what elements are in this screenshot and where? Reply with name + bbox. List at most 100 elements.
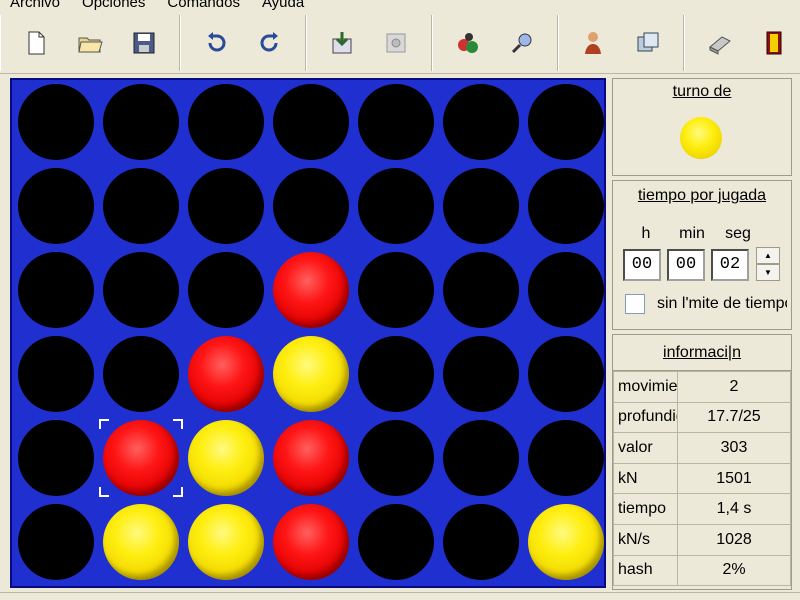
turn-disc-yellow: [680, 117, 722, 159]
red-disc[interactable]: [273, 504, 349, 580]
new-file-button[interactable]: [15, 22, 57, 64]
empty-slot[interactable]: [443, 84, 519, 160]
info-value: 1501: [677, 462, 791, 495]
yellow-disc[interactable]: [103, 504, 179, 580]
info-table: movimientos2 profundidad17.7/25 valor303…: [613, 371, 791, 587]
empty-slot[interactable]: [528, 84, 604, 160]
empty-slot[interactable]: [443, 504, 519, 580]
empty-slot[interactable]: [18, 168, 94, 244]
table-row: profundidad17.7/25: [613, 401, 791, 434]
empty-slot[interactable]: [103, 336, 179, 412]
table-row: kN 1501: [613, 462, 791, 495]
seconds-input[interactable]: 02: [711, 249, 749, 281]
players-button[interactable]: [447, 22, 489, 64]
spin-up-button[interactable]: ▲: [756, 247, 780, 264]
info-key: kN/s: [613, 523, 678, 556]
empty-slot[interactable]: [188, 168, 264, 244]
empty-slot[interactable]: [18, 84, 94, 160]
yellow-disc[interactable]: [188, 504, 264, 580]
empty-slot[interactable]: [358, 336, 434, 412]
toolbar-group-file: [0, 14, 180, 71]
empty-slot[interactable]: [358, 420, 434, 496]
seconds-spinner: ▲ ▼: [756, 247, 780, 281]
windows-icon: [637, 32, 659, 51]
minutes-input[interactable]: 00: [667, 249, 705, 281]
toolbar-group-history: [180, 14, 306, 71]
empty-slot[interactable]: [188, 252, 264, 328]
empty-slot[interactable]: [443, 420, 519, 496]
seconds-label: seg: [725, 225, 751, 242]
empty-slot[interactable]: [358, 168, 434, 244]
turn-panel: turno de: [612, 78, 792, 176]
status-bar: [0, 592, 800, 600]
empty-slot[interactable]: [358, 252, 434, 328]
empty-slot[interactable]: [103, 168, 179, 244]
info-value: 303: [677, 432, 791, 464]
table-row: tiempo 1,4 s: [613, 493, 791, 525]
empty-slot[interactable]: [528, 336, 604, 412]
redo-button[interactable]: [249, 22, 291, 64]
table-row: kN/s 1028: [613, 523, 791, 556]
game-board[interactable]: [10, 78, 606, 588]
selection-marker: [99, 419, 183, 497]
menu-comandos[interactable]: Comandos: [167, 0, 240, 11]
search-button[interactable]: [501, 22, 543, 64]
spin-down-button[interactable]: ▼: [756, 264, 780, 281]
empty-slot[interactable]: [273, 84, 349, 160]
exit-button[interactable]: [753, 22, 795, 64]
yellow-disc[interactable]: [188, 420, 264, 496]
table-row: hash 2%: [613, 554, 791, 587]
time-inputs: 00 00 02: [623, 249, 749, 281]
info-key: profundidad: [613, 401, 678, 434]
empty-slot[interactable]: [103, 84, 179, 160]
info-key: valor: [613, 432, 678, 464]
empty-slot[interactable]: [443, 336, 519, 412]
user-button[interactable]: [573, 22, 615, 64]
red-disc[interactable]: [188, 336, 264, 412]
empty-slot[interactable]: [528, 420, 604, 496]
info-value: 1,4 s: [677, 493, 791, 525]
menu-bar: Archivo Opciones Comandos Ayuda: [0, 0, 360, 12]
empty-slot[interactable]: [443, 168, 519, 244]
toolbar-group-move: [306, 14, 432, 71]
empty-slot[interactable]: [18, 252, 94, 328]
empty-slot[interactable]: [18, 420, 94, 496]
no-limit-checkbox[interactable]: [625, 294, 645, 314]
empty-slot[interactable]: [358, 84, 434, 160]
empty-slot[interactable]: [273, 168, 349, 244]
info-value: 2: [677, 371, 791, 403]
menu-opciones[interactable]: Opciones: [82, 0, 145, 11]
empty-slot[interactable]: [528, 168, 604, 244]
empty-slot[interactable]: [358, 504, 434, 580]
import-button[interactable]: [321, 22, 363, 64]
windows-button[interactable]: [627, 22, 669, 64]
exit-icon: [766, 31, 782, 54]
save-icon: [133, 32, 155, 53]
info-key: hash: [613, 554, 678, 587]
toolbar-group-view: [558, 14, 684, 71]
import-icon: [332, 31, 352, 53]
stop-icon: [386, 33, 406, 52]
empty-slot[interactable]: [18, 336, 94, 412]
yellow-disc[interactable]: [273, 336, 349, 412]
red-disc[interactable]: [273, 252, 349, 328]
menu-archivo[interactable]: Archivo: [10, 0, 60, 11]
menu-ayuda[interactable]: Ayuda: [262, 0, 304, 11]
save-button[interactable]: [123, 22, 165, 64]
hours-input[interactable]: 00: [623, 249, 661, 281]
empty-slot[interactable]: [528, 252, 604, 328]
yellow-disc[interactable]: [528, 504, 604, 580]
red-disc[interactable]: [273, 420, 349, 496]
open-folder-icon: [78, 37, 103, 52]
undo-button[interactable]: [195, 22, 237, 64]
no-limit-label: sin l'mite de tiempo: [657, 295, 787, 312]
book-button[interactable]: [699, 22, 741, 64]
empty-slot[interactable]: [103, 252, 179, 328]
empty-slot[interactable]: [18, 504, 94, 580]
info-value: 17.7/25: [677, 401, 791, 434]
empty-slot[interactable]: [443, 252, 519, 328]
open-folder-button[interactable]: [69, 22, 111, 64]
empty-slot[interactable]: [188, 84, 264, 160]
minutes-label: min: [679, 225, 705, 242]
stop-button[interactable]: [375, 22, 417, 64]
